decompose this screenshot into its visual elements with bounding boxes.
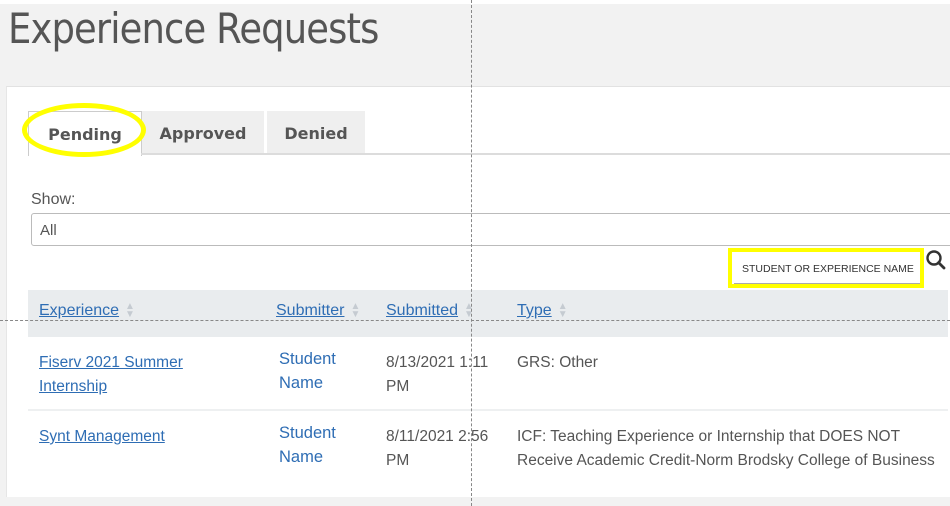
sort-icon: ▲ ▼ bbox=[350, 300, 361, 320]
submitter-name: Student Name bbox=[279, 350, 336, 392]
experience-link[interactable]: Synt Management bbox=[39, 425, 239, 449]
column-label: Type bbox=[517, 302, 552, 319]
submitted-date: 8/13/2021 1:11 PM bbox=[386, 354, 489, 395]
column-label: Submitter bbox=[276, 302, 345, 319]
sort-icon: ▲ ▼ bbox=[125, 300, 135, 320]
column-label: Submitted bbox=[386, 302, 459, 319]
search-highlight-box bbox=[728, 248, 924, 288]
sort-icon: ▲ ▼ bbox=[464, 300, 474, 320]
search-input[interactable] bbox=[734, 254, 920, 284]
table-header: Experience ▲ ▼ Submitter ▲ ▼ Submitted ▲ ▼ Typ… bbox=[28, 290, 948, 337]
column-label: Experience bbox=[39, 302, 120, 319]
search-icon[interactable] bbox=[925, 249, 947, 271]
column-header-submitter[interactable]: Submitter ▲ ▼ bbox=[276, 300, 361, 320]
sort-icon: ▲ ▼ bbox=[557, 300, 568, 320]
submitted-date: 8/11/2021 2:56 PM bbox=[386, 428, 489, 469]
column-header-type[interactable]: Type ▲ ▼ bbox=[517, 300, 568, 320]
show-label: Show: bbox=[31, 191, 76, 208]
column-header-submitted[interactable]: Submitted ▲ ▼ bbox=[386, 300, 474, 320]
experience-type: ICF: Teaching Experience or Internship t… bbox=[517, 428, 935, 469]
column-header-experience[interactable]: Experience ▲ ▼ bbox=[39, 300, 135, 320]
submitter-name: Student Name bbox=[279, 424, 336, 466]
table-row: Fiserv 2021 Summer Internship Student Na… bbox=[28, 337, 948, 411]
table-row: Synt Management Student Name 8/11/2021 2… bbox=[28, 411, 948, 501]
tab-pending[interactable]: Pending bbox=[28, 111, 142, 156]
show-select[interactable]: All bbox=[31, 213, 950, 246]
tab-denied[interactable]: Denied bbox=[267, 111, 365, 154]
tab-approved[interactable]: Approved bbox=[142, 111, 264, 154]
guide-line-horizontal bbox=[0, 320, 950, 321]
tab-divider bbox=[141, 153, 950, 155]
guide-line-vertical bbox=[471, 0, 472, 506]
show-select-value: All bbox=[40, 222, 57, 239]
page-title: Experience Requests bbox=[8, 4, 379, 53]
experience-type: GRS: Other bbox=[517, 354, 598, 371]
experience-link[interactable]: Fiserv 2021 Summer Internship bbox=[39, 351, 239, 399]
